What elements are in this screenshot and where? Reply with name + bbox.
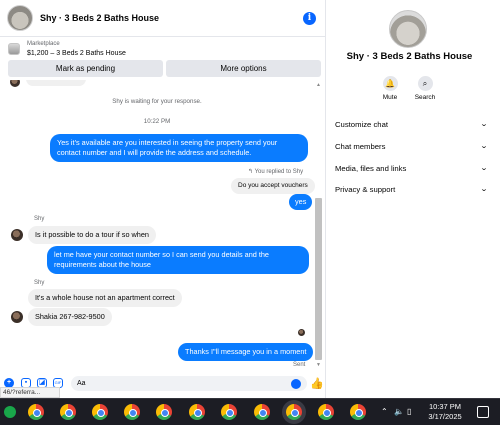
quoted-message: Do you accept vouchers: [231, 178, 315, 194]
sender-name: Shy: [34, 280, 45, 286]
message-timestamp: 10:22 PM: [143, 118, 171, 125]
volume-icon[interactable]: 🔈: [394, 407, 404, 416]
chat-header: Shy · 3 Beds 2 Baths House i: [0, 0, 326, 37]
search-action[interactable]: ⌕ Search: [405, 76, 445, 101]
menu-media-files-links[interactable]: Media, files and links ⌄: [335, 157, 489, 179]
chrome-icon[interactable]: [124, 404, 140, 420]
emoji-icon[interactable]: [291, 379, 301, 389]
listing-thumbnail: [8, 43, 20, 55]
chevron-down-icon: ⌄: [479, 186, 489, 193]
search-label: Search: [414, 94, 436, 101]
mute-label: Mute: [382, 94, 398, 101]
info-icon[interactable]: i: [303, 12, 316, 25]
chrome-icon[interactable]: [60, 404, 76, 420]
message-list: Shy is waiting for your response. 10:22 …: [0, 80, 326, 372]
conversation-title: Shy · 3 Beds 2 Baths House: [346, 51, 473, 62]
messenger-app: Shy · 3 Beds 2 Baths House i Marketplace…: [0, 0, 500, 425]
chevron-down-icon: ⌄: [479, 143, 489, 150]
chrome-icon[interactable]: [92, 404, 108, 420]
scroll-down-arrow-icon[interactable]: ▼: [316, 362, 321, 368]
mark-as-pending-button[interactable]: Mark as pending: [8, 60, 163, 77]
taskbar: ⌃ 🔈 ▯ 10:37 PM 3/17/2025: [0, 398, 500, 425]
message-scrollbar[interactable]: ▲ ▼: [314, 82, 323, 368]
incoming-message[interactable]: Shakia 267-982-9500: [28, 308, 112, 326]
search-icon[interactable]: ⌕: [417, 76, 433, 91]
sender-avatar: [11, 311, 23, 323]
thumbs-up-icon[interactable]: 👍: [310, 377, 324, 390]
system-clock[interactable]: 10:37 PM 3/17/2025: [421, 402, 469, 422]
marketplace-label: Marketplace: [27, 41, 60, 47]
message-input[interactable]: [71, 376, 307, 391]
waiting-notice: Shy is waiting for your response.: [112, 98, 202, 105]
conversation-avatar[interactable]: [389, 10, 427, 48]
sender-name: Shy: [34, 216, 45, 222]
network-icon[interactable]: ▯: [407, 407, 411, 416]
read-receipt-avatar: [298, 329, 305, 336]
scroll-thumb[interactable]: [315, 198, 322, 360]
clock-date: 3/17/2025: [428, 412, 462, 421]
menu-privacy-support[interactable]: Privacy & support ⌄: [335, 178, 489, 200]
chrome-icon[interactable]: [156, 404, 172, 420]
chrome-icon[interactable]: [318, 404, 334, 420]
bell-icon[interactable]: 🔔: [382, 76, 398, 91]
chrome-icon[interactable]: [286, 404, 302, 420]
sender-avatar: [10, 80, 20, 87]
whatsapp-icon[interactable]: [4, 406, 16, 418]
incoming-message[interactable]: Is it possible to do a tour if so when: [28, 226, 156, 244]
status-bar-url: 46/?referra...: [0, 387, 60, 398]
chevron-down-icon: ⌄: [479, 121, 489, 128]
clock-time: 10:37 PM: [428, 402, 462, 411]
message-status: Sent: [293, 362, 306, 368]
listing-summary: $1,200 – 3 Beds 2 Baths House: [27, 50, 126, 57]
chat-column: Shy · 3 Beds 2 Baths House i Marketplace…: [0, 0, 326, 398]
listing-actions: Mark as pending More options: [8, 60, 321, 77]
notification-icon[interactable]: [477, 406, 489, 418]
marketplace-listing-banner[interactable]: Marketplace $1,200 – 3 Beds 2 Baths Hous…: [0, 37, 326, 61]
scroll-up-arrow-icon[interactable]: ▲: [316, 82, 321, 88]
mute-action[interactable]: 🔔 Mute: [370, 76, 410, 101]
cutoff-message-bubble: [26, 80, 86, 86]
chevron-down-icon: ⌄: [479, 165, 489, 172]
sender-avatar: [11, 229, 23, 241]
tray-chevron-up-icon[interactable]: ⌃: [381, 407, 388, 416]
chrome-icon[interactable]: [254, 404, 270, 420]
reply-notice: ↰ You replied to Shy: [248, 169, 304, 175]
outgoing-message[interactable]: let me have your contact number so I can…: [47, 246, 309, 274]
incoming-message[interactable]: It's a whole house not an apartment corr…: [28, 289, 182, 307]
menu-chat-members[interactable]: Chat members ⌄: [335, 135, 489, 157]
conversation-details-panel: Shy · 3 Beds 2 Baths House 🔔 Mute ⌕ Sear…: [327, 0, 500, 398]
menu-customize-chat[interactable]: Customize chat ⌄: [335, 113, 489, 135]
chat-title[interactable]: Shy · 3 Beds 2 Baths House: [40, 13, 159, 23]
chrome-icon[interactable]: [28, 404, 44, 420]
outgoing-message[interactable]: yes: [289, 194, 313, 210]
chrome-icon[interactable]: [221, 404, 237, 420]
reply-arrow-icon: ↰: [248, 169, 255, 175]
outgoing-message[interactable]: Yes it's available are you interested in…: [50, 134, 308, 162]
chrome-icon[interactable]: [189, 404, 205, 420]
contact-avatar[interactable]: [7, 5, 33, 31]
chrome-icon[interactable]: [350, 404, 366, 420]
outgoing-message[interactable]: Thanks I"ll message you in a moment: [178, 343, 314, 361]
more-options-button[interactable]: More options: [166, 60, 321, 77]
